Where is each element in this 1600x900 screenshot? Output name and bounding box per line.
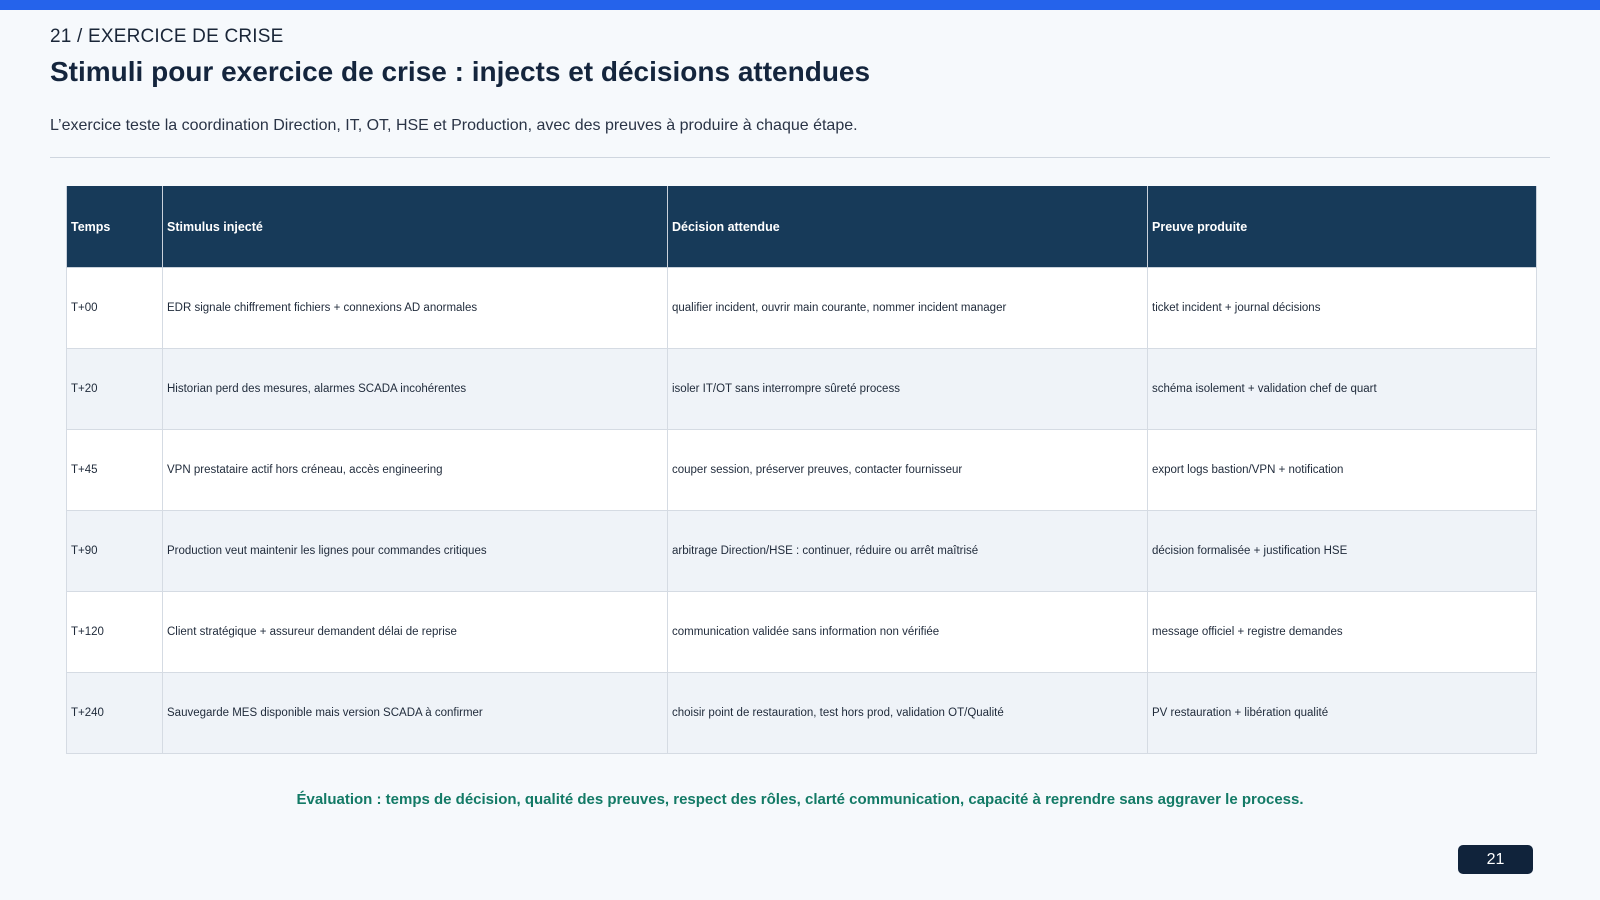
cell-temps: T+240	[66, 672, 163, 754]
table-row: T+90 Production veut maintenir les ligne…	[66, 510, 1537, 592]
cell-decision: arbitrage Direction/HSE : continuer, réd…	[667, 510, 1148, 592]
slide-subtitle: L’exercice teste la coordination Directi…	[50, 117, 858, 134]
crisis-injects-table: Temps Stimulus injecté Décision attendue…	[66, 186, 1537, 754]
cell-stimulus: Historian perd des mesures, alarmes SCAD…	[162, 348, 668, 430]
page-number-badge: 21	[1458, 845, 1533, 874]
crisis-table-container: Temps Stimulus injecté Décision attendue…	[66, 186, 1537, 754]
slide-title: Stimuli pour exercice de crise : injects…	[50, 56, 871, 87]
cell-preuve: export logs bastion/VPN + notification	[1147, 429, 1537, 511]
top-accent-bar	[0, 0, 1600, 10]
cell-temps: T+20	[66, 348, 163, 430]
cell-preuve: schéma isolement + validation chef de qu…	[1147, 348, 1537, 430]
cell-stimulus: Production veut maintenir les lignes pou…	[162, 510, 668, 592]
cell-decision: communication validée sans information n…	[667, 591, 1148, 673]
cell-decision: isoler IT/OT sans interrompre sûreté pro…	[667, 348, 1148, 430]
cell-decision: qualifier incident, ouvrir main courante…	[667, 267, 1148, 349]
header-temps: Temps	[66, 186, 163, 268]
cell-decision: choisir point de restauration, test hors…	[667, 672, 1148, 754]
header-preuve: Preuve produite	[1147, 186, 1537, 268]
table-row: T+240 Sauvegarde MES disponible mais ver…	[66, 672, 1537, 754]
header-divider	[50, 157, 1550, 158]
cell-stimulus: EDR signale chiffrement fichiers + conne…	[162, 267, 668, 349]
cell-preuve: décision formalisée + justification HSE	[1147, 510, 1537, 592]
cell-stimulus: VPN prestataire actif hors créneau, accè…	[162, 429, 668, 511]
header-decision: Décision attendue	[667, 186, 1148, 268]
cell-preuve: PV restauration + libération qualité	[1147, 672, 1537, 754]
cell-temps: T+120	[66, 591, 163, 673]
cell-preuve: ticket incident + journal décisions	[1147, 267, 1537, 349]
evaluation-note: Évaluation : temps de décision, qualité …	[296, 791, 1304, 808]
section-kicker: 21 / EXERCICE DE CRISE	[50, 26, 284, 47]
cell-temps: T+90	[66, 510, 163, 592]
cell-stimulus: Client stratégique + assureur demandent …	[162, 591, 668, 673]
cell-preuve: message officiel + registre demandes	[1147, 591, 1537, 673]
table-row: T+00 EDR signale chiffrement fichiers + …	[66, 267, 1537, 349]
cell-temps: T+00	[66, 267, 163, 349]
table-row: T+45 VPN prestataire actif hors créneau,…	[66, 429, 1537, 511]
cell-temps: T+45	[66, 429, 163, 511]
cell-decision: couper session, préserver preuves, conta…	[667, 429, 1148, 511]
table-row: T+20 Historian perd des mesures, alarmes…	[66, 348, 1537, 430]
header-stimulus: Stimulus injecté	[162, 186, 668, 268]
cell-stimulus: Sauvegarde MES disponible mais version S…	[162, 672, 668, 754]
table-header-row: Temps Stimulus injecté Décision attendue…	[66, 186, 1537, 268]
table-row: T+120 Client stratégique + assureur dema…	[66, 591, 1537, 673]
